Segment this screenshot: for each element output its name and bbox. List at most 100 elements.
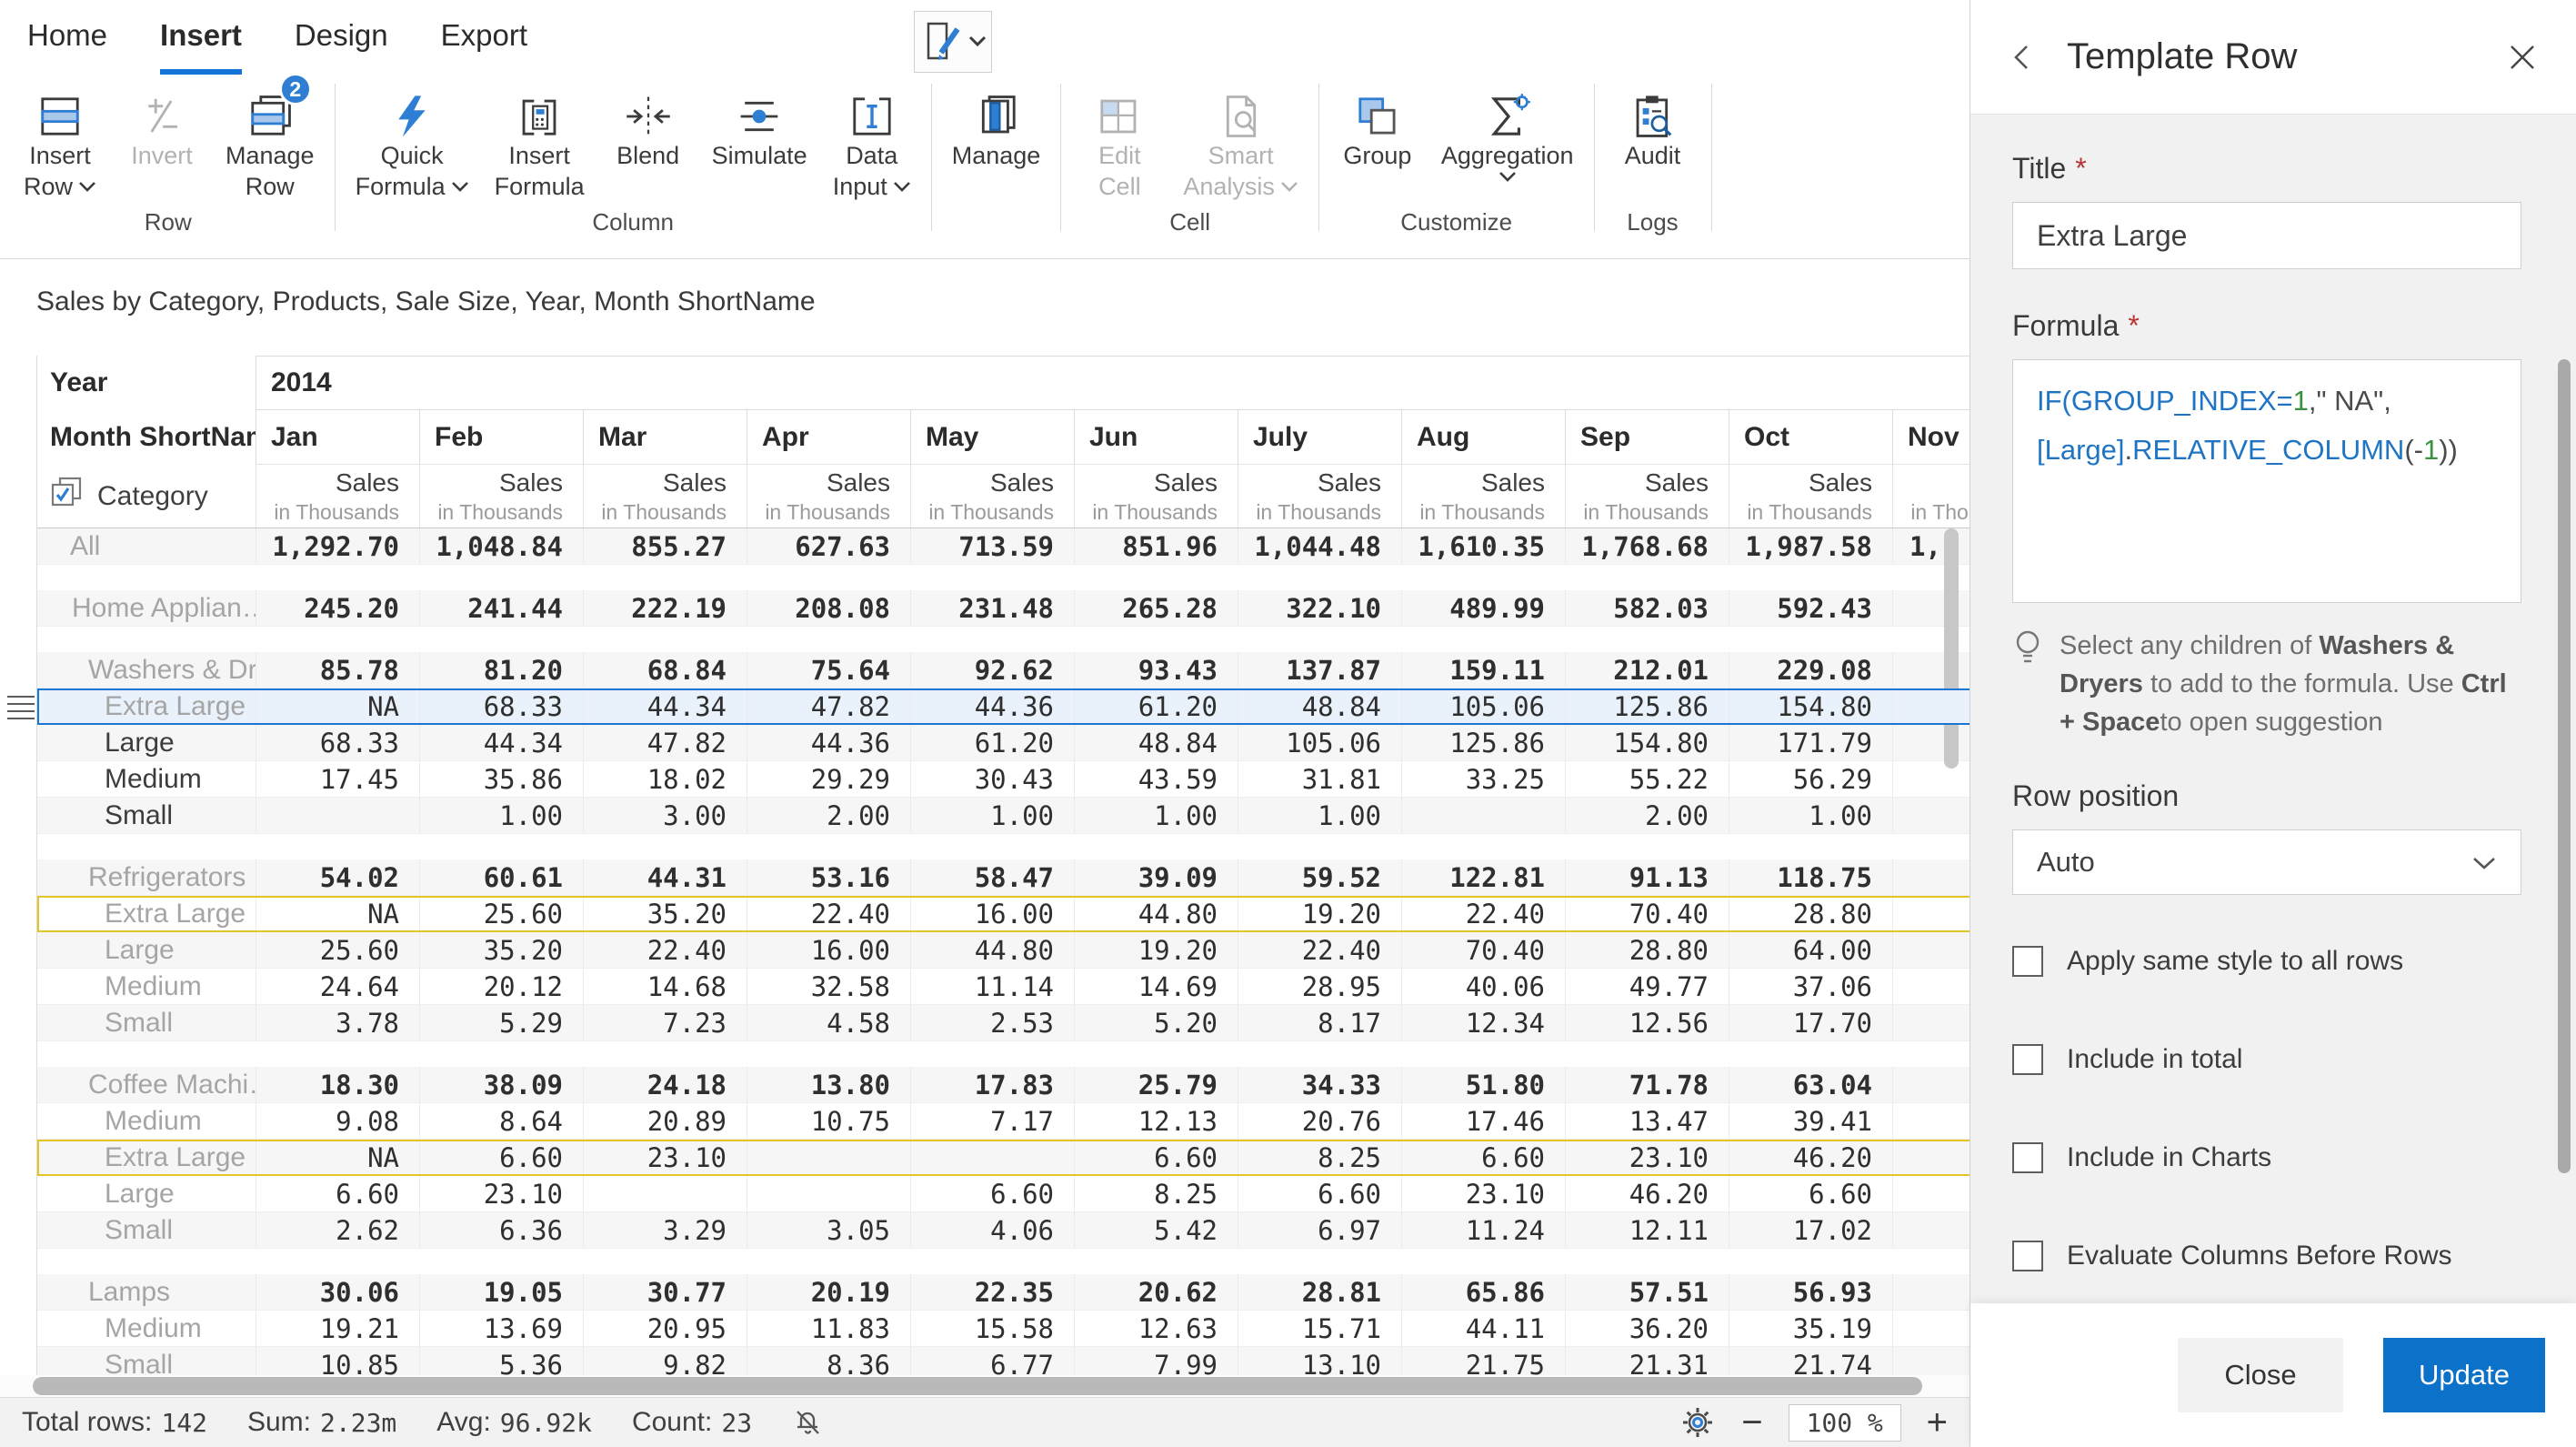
value-cell[interactable]: 44.80 bbox=[910, 932, 1074, 968]
value-cell[interactable]: 48.84 bbox=[1238, 688, 1401, 724]
value-cell[interactable] bbox=[1892, 761, 1970, 797]
month-header-oct[interactable]: Oct bbox=[1729, 410, 1892, 465]
value-cell[interactable]: 627.63 bbox=[747, 528, 910, 564]
ribbon-button-audit[interactable]: Audit bbox=[1602, 80, 1704, 202]
value-cell[interactable]: 1,987.58 bbox=[1729, 528, 1892, 564]
value-cell[interactable]: 6.60 bbox=[1238, 1176, 1401, 1211]
row-label-cell[interactable]: Small bbox=[37, 1212, 256, 1248]
value-cell[interactable]: 2.62 bbox=[256, 1212, 419, 1248]
row-label-cell[interactable]: Medium bbox=[37, 969, 256, 1004]
bell-slash-icon[interactable] bbox=[792, 1407, 823, 1438]
value-cell[interactable]: 28.80 bbox=[1565, 932, 1729, 968]
row-position-select[interactable]: Auto bbox=[2012, 829, 2521, 895]
table-row-medium[interactable]: Medium9.088.6420.8910.757.1712.1320.7617… bbox=[37, 1103, 1970, 1140]
table-row-home-applian[interactable]: Home Applian…245.20241.44222.19208.08231… bbox=[37, 590, 1970, 627]
value-cell[interactable]: 44.34 bbox=[583, 688, 747, 724]
close-icon[interactable] bbox=[2507, 42, 2538, 73]
table-row-coffee-machi[interactable]: Coffee Machi…18.3038.0924.1813.8017.8325… bbox=[37, 1067, 1970, 1103]
value-cell[interactable] bbox=[1892, 1311, 1970, 1346]
zoom-out-button[interactable]: − bbox=[1741, 1404, 1762, 1441]
checkbox-include-in-total[interactable]: Include in total bbox=[2012, 1044, 2521, 1075]
month-header-aug[interactable]: Aug bbox=[1401, 410, 1565, 465]
value-cell[interactable]: 1.00 bbox=[1238, 798, 1401, 833]
table-horizontal-scrollbar[interactable] bbox=[0, 1375, 1970, 1397]
value-cell[interactable]: 35.86 bbox=[419, 761, 583, 797]
row-label-cell[interactable]: Medium bbox=[37, 1311, 256, 1346]
title-input[interactable]: Extra Large bbox=[2012, 202, 2521, 269]
value-cell[interactable]: 58.47 bbox=[910, 859, 1074, 895]
value-cell[interactable]: 11.14 bbox=[910, 969, 1074, 1004]
value-cell[interactable]: 8.17 bbox=[1238, 1005, 1401, 1040]
row-label-cell[interactable]: Washers & Dr… bbox=[37, 652, 256, 688]
value-cell[interactable] bbox=[910, 1140, 1074, 1175]
value-cell[interactable] bbox=[747, 1176, 910, 1211]
value-cell[interactable]: 265.28 bbox=[1074, 590, 1238, 626]
value-cell[interactable]: 61.20 bbox=[910, 725, 1074, 760]
value-cell[interactable]: 15.71 bbox=[1238, 1311, 1401, 1346]
value-cell[interactable] bbox=[1892, 1274, 1970, 1310]
value-cell[interactable]: 17.02 bbox=[1729, 1212, 1892, 1248]
value-cell[interactable]: 70.40 bbox=[1401, 932, 1565, 968]
value-cell[interactable]: 30.06 bbox=[256, 1274, 419, 1310]
value-cell[interactable]: 46.20 bbox=[1729, 1140, 1892, 1175]
value-cell[interactable]: 22.40 bbox=[583, 932, 747, 968]
table-row-medium[interactable]: Medium17.4535.8618.0229.2930.4343.5931.8… bbox=[37, 761, 1970, 798]
value-cell[interactable]: 15.58 bbox=[910, 1311, 1074, 1346]
value-cell[interactable]: 24.64 bbox=[256, 969, 419, 1004]
value-cell[interactable]: 1.00 bbox=[910, 798, 1074, 833]
edit-column-pencil-button[interactable] bbox=[914, 11, 992, 73]
value-cell[interactable]: 39.41 bbox=[1729, 1103, 1892, 1139]
close-button[interactable]: Close bbox=[2178, 1338, 2343, 1412]
value-cell[interactable]: 44.36 bbox=[747, 725, 910, 760]
value-cell[interactable]: 17.70 bbox=[1729, 1005, 1892, 1040]
value-cell[interactable]: 44.36 bbox=[910, 688, 1074, 724]
table-row-small[interactable]: Small3.785.297.234.582.535.208.1712.3412… bbox=[37, 1005, 1970, 1041]
checkbox-evaluate-columns-before-rows[interactable]: Evaluate Columns Before Rows bbox=[2012, 1241, 2521, 1271]
value-cell[interactable]: 6.60 bbox=[1729, 1176, 1892, 1211]
month-header-may[interactable]: May bbox=[910, 410, 1074, 465]
value-cell[interactable]: 489.99 bbox=[1401, 590, 1565, 626]
value-cell[interactable]: 47.82 bbox=[583, 725, 747, 760]
month-header-jan[interactable]: Jan bbox=[256, 410, 419, 465]
value-cell[interactable]: 1.00 bbox=[1074, 798, 1238, 833]
value-cell[interactable]: 23.10 bbox=[583, 1140, 747, 1175]
value-cell[interactable]: 171.79 bbox=[1729, 725, 1892, 760]
value-cell[interactable] bbox=[1892, 1212, 1970, 1248]
value-cell[interactable]: 51.80 bbox=[1401, 1067, 1565, 1102]
ribbon-button-manage-row[interactable]: 2ManageRow bbox=[213, 80, 327, 202]
value-cell[interactable]: 32.58 bbox=[747, 969, 910, 1004]
value-cell[interactable]: 2.53 bbox=[910, 1005, 1074, 1040]
zoom-in-button[interactable]: + bbox=[1927, 1404, 1948, 1441]
value-cell[interactable]: 46.20 bbox=[1565, 1176, 1729, 1211]
value-cell[interactable]: 56.93 bbox=[1729, 1274, 1892, 1310]
month-header-nov[interactable]: Nov bbox=[1892, 410, 1970, 465]
value-cell[interactable]: 23.10 bbox=[419, 1176, 583, 1211]
value-cell[interactable]: 6.60 bbox=[1401, 1140, 1565, 1175]
month-header-mar[interactable]: Mar bbox=[583, 410, 747, 465]
row-label-cell[interactable]: Refrigerators bbox=[37, 859, 256, 895]
value-cell[interactable]: 30.43 bbox=[910, 761, 1074, 797]
value-cell[interactable]: 12.56 bbox=[1565, 1005, 1729, 1040]
value-cell[interactable]: 30.77 bbox=[583, 1274, 747, 1310]
value-cell[interactable]: 19.20 bbox=[1074, 932, 1238, 968]
value-cell[interactable]: 31.81 bbox=[1238, 761, 1401, 797]
value-cell[interactable]: 322.10 bbox=[1238, 590, 1401, 626]
month-header-feb[interactable]: Feb bbox=[419, 410, 583, 465]
value-cell[interactable]: 3.05 bbox=[747, 1212, 910, 1248]
value-cell[interactable]: 851.96 bbox=[1074, 528, 1238, 564]
value-cell[interactable] bbox=[583, 1176, 747, 1211]
value-cell[interactable]: 22.40 bbox=[1401, 896, 1565, 931]
value-cell[interactable]: 91.13 bbox=[1565, 859, 1729, 895]
table-row-large[interactable]: Large68.3344.3447.8244.3661.2048.84105.0… bbox=[37, 725, 1970, 761]
value-cell[interactable]: 5.20 bbox=[1074, 1005, 1238, 1040]
value-cell[interactable]: 12.13 bbox=[1074, 1103, 1238, 1139]
value-cell[interactable]: 59.52 bbox=[1238, 859, 1401, 895]
value-cell[interactable]: 23.10 bbox=[1565, 1140, 1729, 1175]
value-cell[interactable]: 229.08 bbox=[1729, 652, 1892, 688]
value-cell[interactable]: 3.78 bbox=[256, 1005, 419, 1040]
table-row-lamps[interactable]: Lamps30.0619.0530.7720.1922.3520.6228.81… bbox=[37, 1274, 1970, 1311]
month-header-apr[interactable]: Apr bbox=[747, 410, 910, 465]
value-cell[interactable] bbox=[1892, 1140, 1970, 1175]
table-row-extra-large[interactable]: Extra LargeNA68.3344.3447.8244.3661.2048… bbox=[37, 688, 1970, 725]
row-label-cell[interactable]: Extra Large bbox=[37, 1140, 256, 1175]
